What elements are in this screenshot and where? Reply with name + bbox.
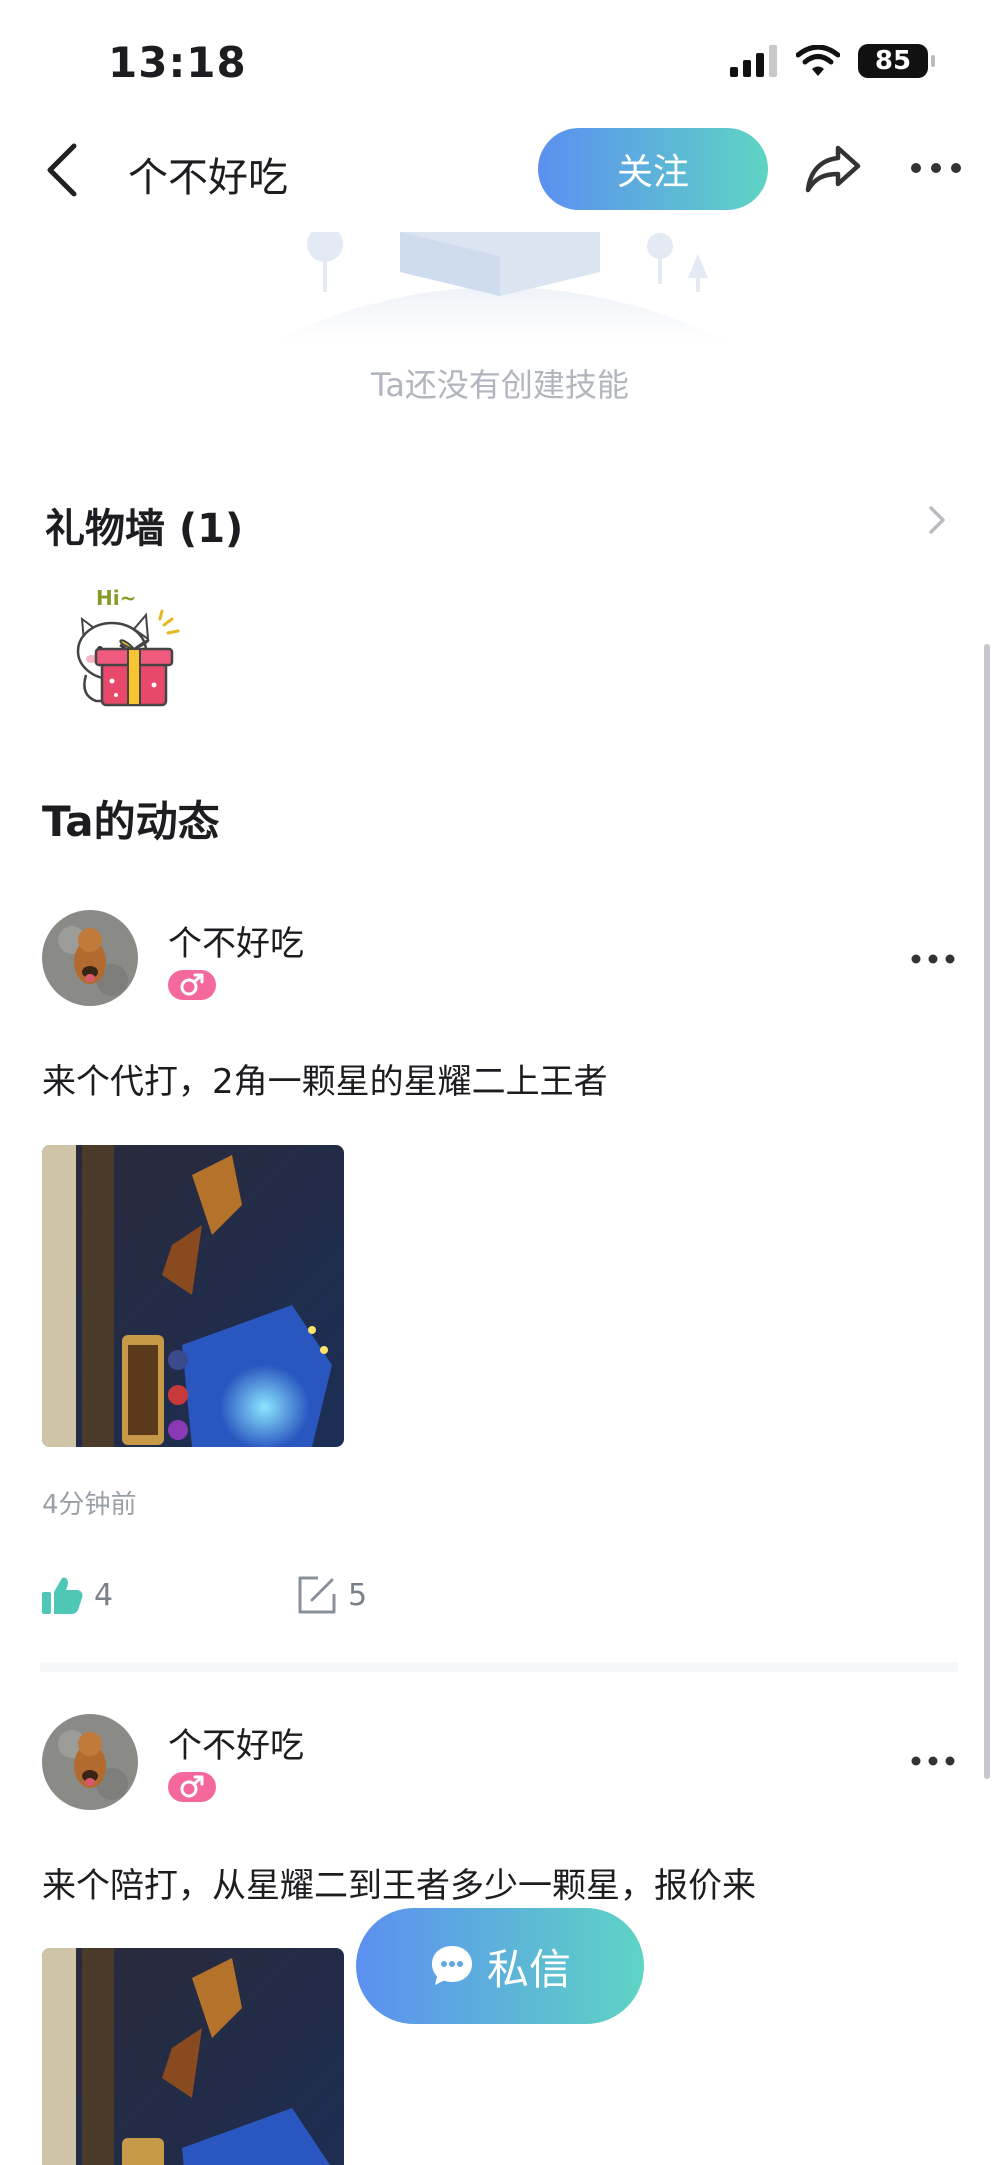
like-count: 4	[94, 1578, 114, 1613]
wifi-icon	[796, 45, 840, 76]
post-text: 来个陪打，从星耀二到王者多少一颗星，报价来	[42, 1866, 756, 1906]
gender-badge	[168, 1772, 216, 1802]
game-screenshot-image	[42, 1145, 344, 1447]
post-image[interactable]	[42, 1145, 344, 1447]
status-icons: 85	[730, 44, 935, 78]
private-message-label: 私信	[486, 1945, 571, 1993]
post-text: 来个代打，2角一颗星的星耀二上王者	[42, 1062, 608, 1102]
battery-indicator: 85	[858, 44, 935, 78]
post-image[interactable]	[42, 1948, 344, 2165]
page-title: 个不好吃	[128, 155, 288, 201]
comment-count: 5	[348, 1578, 368, 1613]
private-message-button[interactable]: 私信	[356, 1908, 644, 2024]
moments-section-title: Ta的动态	[42, 797, 220, 846]
follow-button[interactable]: 关注	[538, 128, 768, 210]
more-options-icon[interactable]	[908, 150, 964, 186]
empty-skills-illustration	[270, 232, 730, 342]
scrollbar[interactable]	[984, 644, 990, 1779]
post-avatar[interactable]	[42, 1714, 138, 1810]
male-gender-icon	[180, 1775, 204, 1798]
post-author-name[interactable]: 个不好吃	[168, 916, 304, 965]
post-divider	[40, 1662, 958, 1672]
gift-wall-title[interactable]: 礼物墙 (1)	[45, 496, 243, 554]
back-arrow-icon[interactable]	[40, 140, 92, 200]
avatar-dog-image	[42, 910, 138, 1006]
post-avatar[interactable]	[42, 910, 138, 1006]
male-gender-icon	[180, 973, 204, 996]
game-screenshot-image	[42, 1948, 344, 2165]
gender-badge	[168, 970, 216, 1000]
comment-edit-icon[interactable]	[296, 1574, 338, 1616]
chevron-right-icon[interactable]	[924, 502, 950, 538]
status-time: 13:18	[108, 38, 247, 87]
post-timestamp: 4分钟前	[42, 1490, 137, 1520]
share-icon[interactable]	[804, 142, 864, 194]
signal-icon	[730, 45, 777, 77]
thumbs-up-icon[interactable]	[40, 1574, 84, 1616]
post-author-name[interactable]: 个不好吃	[168, 1718, 304, 1767]
post-more-icon[interactable]	[910, 1754, 956, 1768]
svg-text:Hi~: Hi~	[96, 586, 136, 610]
avatar-dog-image	[42, 1714, 138, 1810]
chat-bubble-icon	[431, 1946, 472, 1985]
post-more-icon[interactable]	[910, 952, 956, 966]
empty-skills-text: Ta还没有创建技能	[371, 366, 629, 404]
gift-sticker-cat-icon[interactable]: Hi~	[72, 585, 190, 710]
